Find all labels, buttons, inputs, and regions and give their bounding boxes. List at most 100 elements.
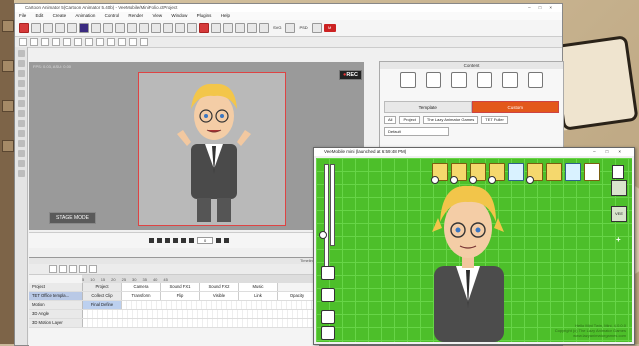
option-icon[interactable] — [96, 38, 104, 46]
next-frame-icon[interactable] — [181, 238, 186, 243]
track-cell[interactable]: Link — [239, 292, 278, 300]
menu-file[interactable]: File — [19, 13, 26, 18]
tool-icon[interactable] — [17, 90, 25, 97]
stage-mode-badge[interactable]: STAGE MODE — [49, 212, 96, 224]
desktop-icon[interactable] — [2, 20, 14, 32]
add-icon[interactable]: + — [616, 236, 624, 244]
save-icon[interactable] — [321, 326, 335, 340]
vtm-green-stage[interactable]: VEE + Hello Mini Twin, Mini, 4.0.0.0 Cop… — [316, 158, 632, 342]
menu-control[interactable]: Control — [105, 13, 120, 18]
export-icon[interactable] — [67, 23, 77, 33]
character-slot-icon[interactable] — [611, 180, 627, 196]
tool-icon[interactable] — [17, 70, 25, 77]
fx-icon[interactable] — [527, 72, 543, 88]
track-label[interactable]: TET Office templa... — [29, 292, 83, 300]
marketplace-button[interactable]: M — [323, 24, 336, 32]
move-icon[interactable] — [127, 23, 137, 33]
loop-icon[interactable] — [216, 238, 222, 243]
folder-icon[interactable] — [321, 310, 335, 324]
track-lane[interactable] — [83, 310, 319, 318]
option-icon[interactable] — [118, 38, 126, 46]
option-icon[interactable] — [85, 38, 93, 46]
timeline-row[interactable]: TET Office templa... Collect Clip Transf… — [29, 292, 319, 301]
menu-view[interactable]: View — [152, 13, 162, 18]
tab-template[interactable]: Template — [384, 101, 472, 113]
timeline-tool-icon[interactable] — [69, 265, 77, 273]
timeline-tool-icon[interactable] — [59, 265, 67, 273]
first-frame-icon[interactable] — [157, 238, 162, 243]
track-cell[interactable]: Flip — [161, 292, 200, 300]
svg-button[interactable]: SVG — [271, 24, 283, 32]
option-icon[interactable] — [74, 38, 82, 46]
menu-create[interactable]: Create — [53, 13, 67, 18]
frame-input[interactable]: 0 — [197, 237, 214, 244]
track-cell[interactable]: Sound FX2 — [200, 283, 239, 291]
track-cell[interactable]: Camera — [122, 283, 161, 291]
timeline-tool-icon[interactable] — [89, 265, 97, 273]
record-indicator[interactable]: ●REC — [339, 70, 362, 80]
timeline-row[interactable]: 3D Angle — [29, 310, 319, 319]
tool-icon[interactable] — [17, 120, 25, 127]
fit-icon[interactable] — [235, 23, 245, 33]
menu-edit[interactable]: Edit — [36, 13, 44, 18]
track-cell[interactable]: Sound FX1 — [161, 283, 200, 291]
track-label[interactable]: Motion — [29, 301, 83, 309]
actor-icon[interactable] — [400, 72, 416, 88]
undo-icon[interactable] — [91, 23, 101, 33]
breadcrumb-item[interactable]: The Lazy Animator Games — [422, 116, 479, 124]
window-controls[interactable]: –□× — [528, 4, 560, 12]
timeline-tool-icon[interactable] — [49, 265, 57, 273]
option-icon[interactable] — [52, 38, 60, 46]
menu-animation[interactable]: Animation — [75, 13, 95, 18]
menu-plugins[interactable]: Plugins — [197, 13, 212, 18]
character-thumbnail[interactable]: VEE — [611, 206, 627, 222]
prev-frame-icon[interactable] — [165, 238, 170, 243]
slider-knob[interactable] — [319, 231, 327, 239]
option-icon[interactable] — [41, 38, 49, 46]
tool-icon[interactable] — [17, 110, 25, 117]
menu-render[interactable]: Render — [128, 13, 143, 18]
character-avatar[interactable] — [416, 178, 521, 342]
tool-icon[interactable] — [17, 60, 25, 67]
breadcrumb-item[interactable]: Project — [399, 116, 420, 124]
option-icon[interactable] — [129, 38, 137, 46]
microphone-icon[interactable] — [321, 266, 335, 280]
scene-icon[interactable] — [476, 72, 492, 88]
option-icon[interactable] — [19, 38, 27, 46]
track-cell[interactable]: Project — [83, 283, 122, 291]
new-icon[interactable] — [19, 23, 29, 33]
tool-icon[interactable] — [17, 170, 25, 177]
layout-icon[interactable] — [247, 23, 257, 33]
open-icon[interactable] — [31, 23, 41, 33]
option-icon[interactable] — [63, 38, 71, 46]
last-frame-icon[interactable] — [189, 238, 194, 243]
track-label[interactable]: 3D Motion Layer — [29, 319, 83, 327]
prop-icon[interactable] — [502, 72, 518, 88]
animation-icon[interactable] — [425, 72, 441, 88]
align-icon[interactable] — [259, 23, 269, 33]
track-label[interactable]: Project — [29, 283, 83, 291]
redo-icon[interactable] — [103, 23, 113, 33]
tab-custom[interactable]: Custom — [471, 101, 559, 113]
play-icon[interactable] — [173, 238, 178, 243]
menu-help[interactable]: Help — [221, 13, 230, 18]
track-lane[interactable] — [83, 319, 319, 327]
grid-icon[interactable] — [187, 23, 197, 33]
track-label[interactable]: 3D Angle — [29, 310, 83, 318]
character-avatar[interactable] — [169, 74, 259, 224]
scale-icon[interactable] — [151, 23, 161, 33]
timeline-row[interactable]: 3D Motion Layer — [29, 319, 319, 328]
desktop-icon[interactable] — [2, 140, 14, 152]
option-icon[interactable] — [140, 38, 148, 46]
track-lane[interactable] — [122, 301, 319, 309]
timeline-tool-icon[interactable] — [79, 265, 87, 273]
tool-icon[interactable] — [17, 130, 25, 137]
stamp-icon[interactable] — [584, 163, 600, 181]
pose-3-icon[interactable] — [546, 163, 562, 181]
pose-2-icon[interactable] — [526, 163, 543, 184]
motion-icon[interactable] — [451, 72, 467, 88]
filter-dropdown[interactable]: Default — [384, 127, 449, 136]
render-icon[interactable] — [311, 23, 322, 33]
window-controls[interactable]: –□× — [593, 148, 631, 156]
record-icon[interactable] — [199, 23, 209, 33]
